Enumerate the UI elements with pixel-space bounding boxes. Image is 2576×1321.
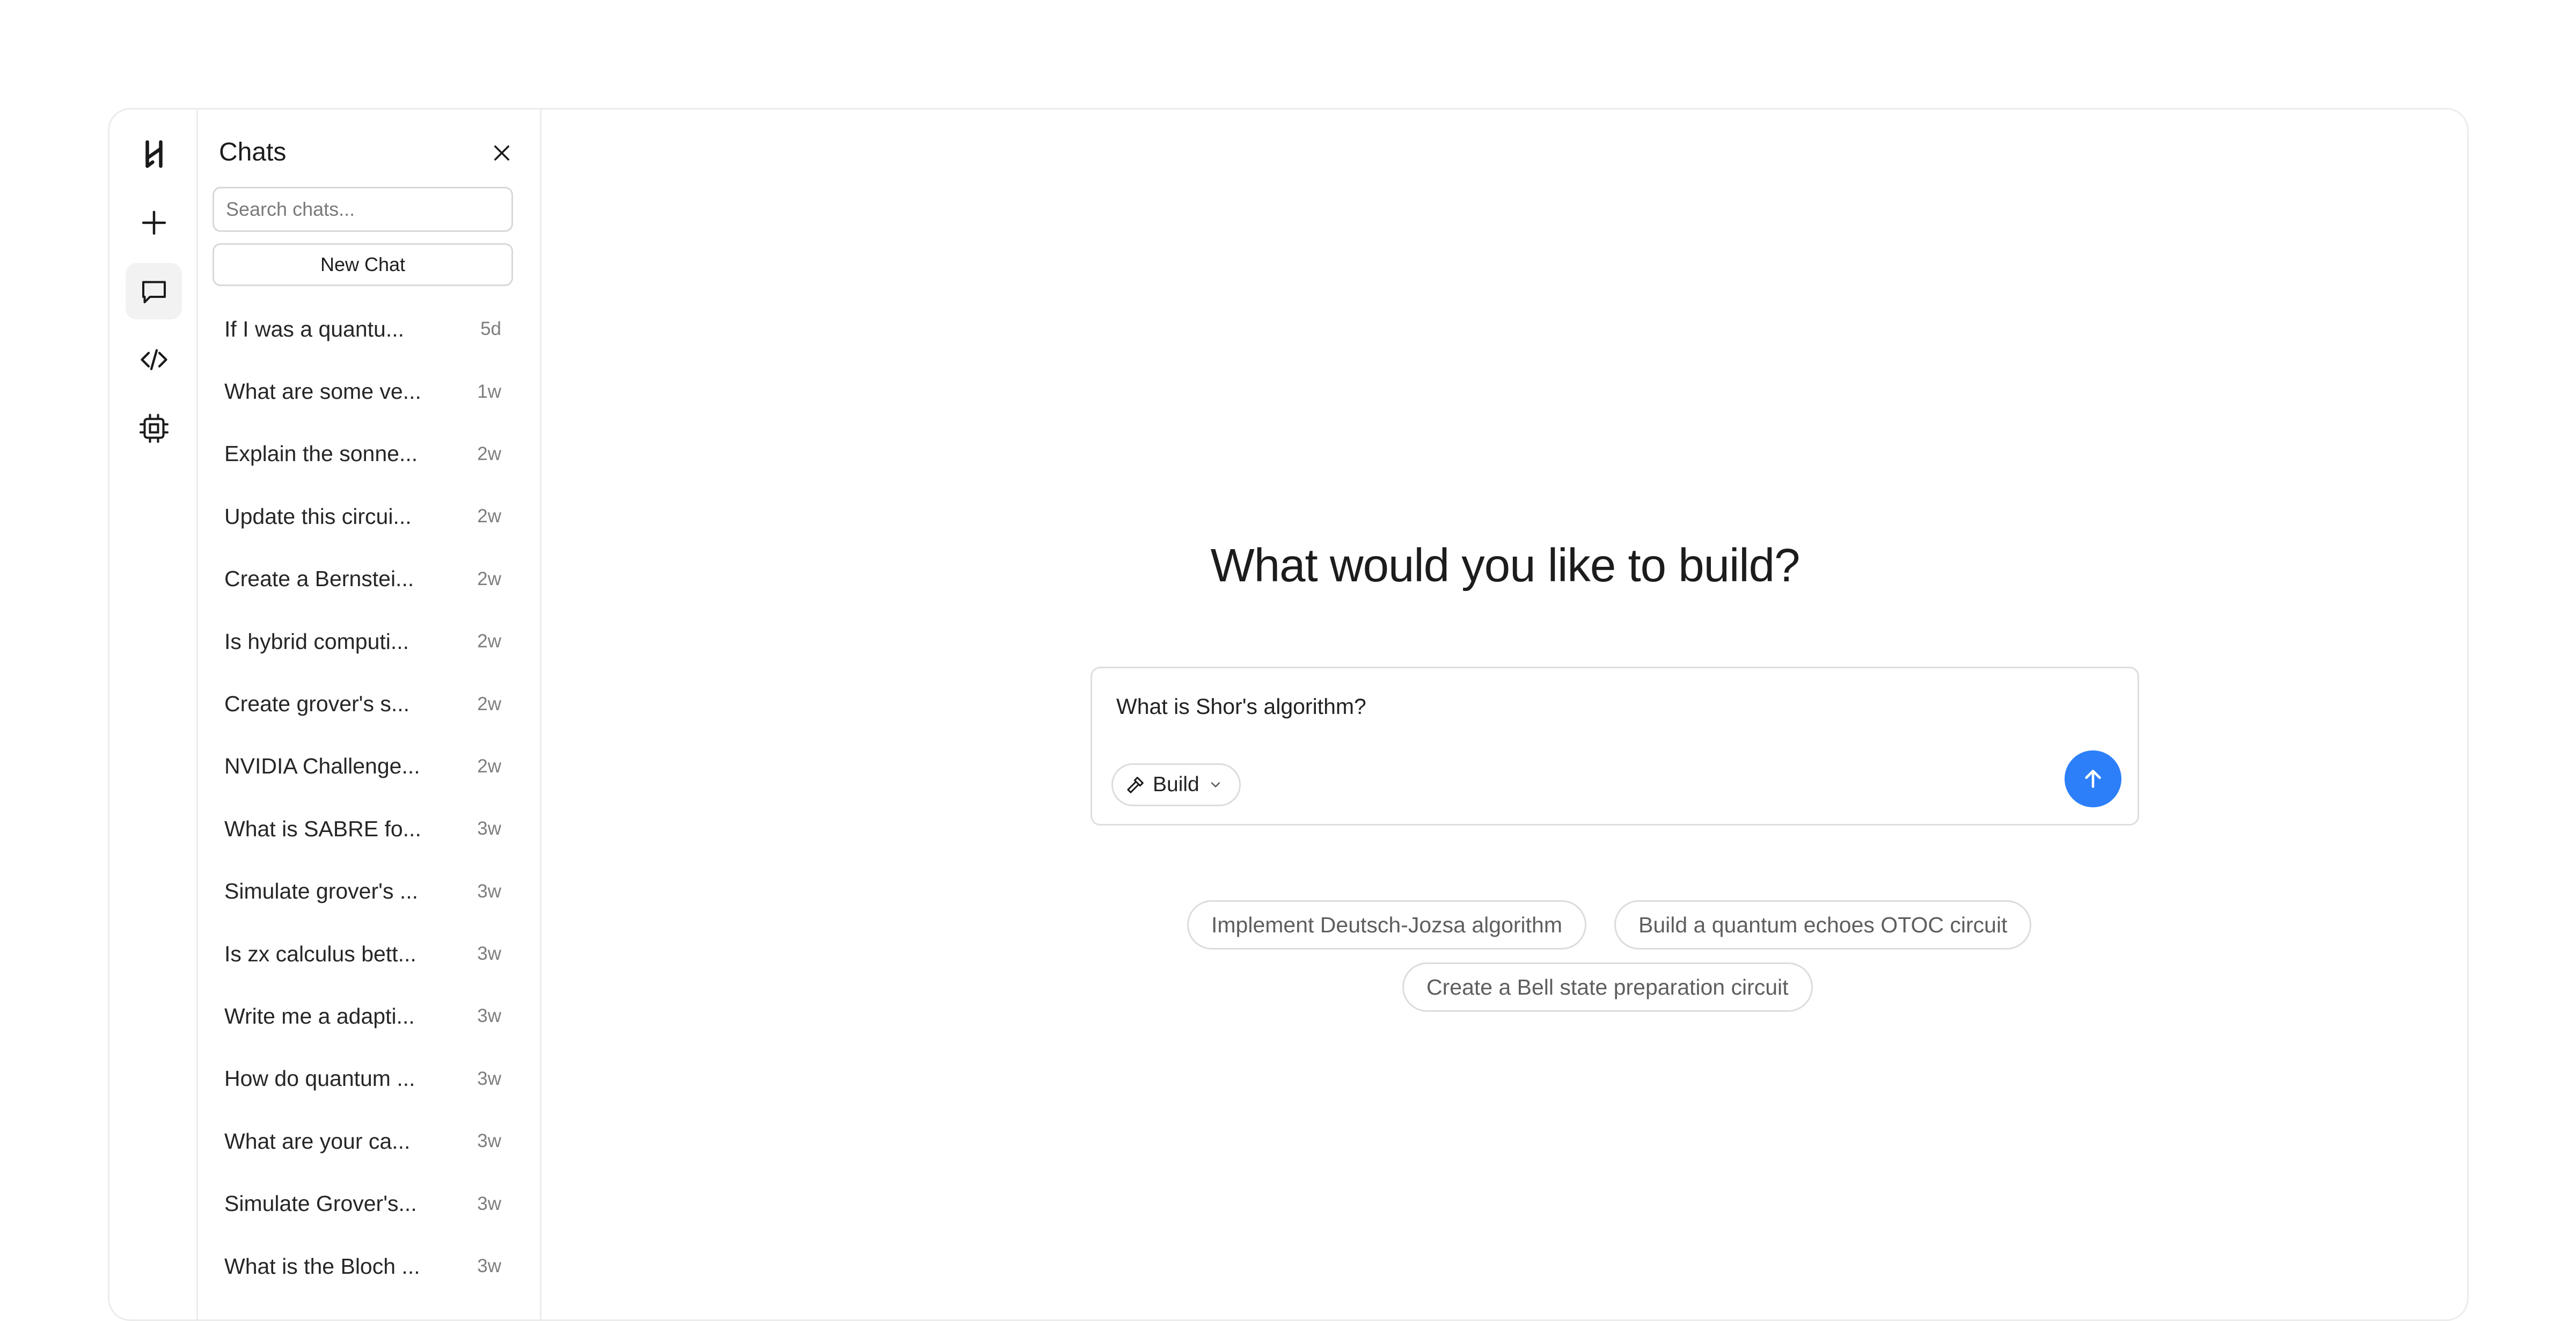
- arrow-up-icon: [2085, 770, 2101, 788]
- chat-list-item[interactable]: Simulate grover's ... 3w: [213, 860, 513, 923]
- chat-list-item[interactable]: Simulate Grover's... 3w: [213, 1172, 513, 1235]
- code-icon: [140, 348, 167, 370]
- chat-list-item[interactable]: Create a Bernstei... 2w: [213, 548, 513, 610]
- close-icon: [494, 145, 509, 160]
- chat-item-time: 2w: [477, 755, 501, 777]
- chat-item-time: 5d: [480, 318, 501, 340]
- logo-button[interactable]: [126, 126, 182, 182]
- chip-icon: [139, 413, 169, 443]
- chat-item-time: 3w: [477, 1256, 501, 1277]
- chat-item-time: 2w: [477, 693, 501, 714]
- chat-list-item[interactable]: Explain the sonne... 2w: [213, 423, 513, 485]
- chat-list-item[interactable]: What is SABRE fo... 3w: [213, 798, 513, 860]
- chat-list-item[interactable]: If I was a quantu... 5d: [213, 298, 513, 360]
- chat-item-title: What is SABRE fo...: [224, 816, 421, 841]
- chat-item-time: 3w: [477, 1130, 501, 1152]
- chats-panel-title: Chats: [219, 138, 287, 166]
- send-button[interactable]: [2065, 750, 2121, 807]
- chat-list-item[interactable]: Is zx calculus bett... 3w: [213, 923, 513, 985]
- hammer-icon: [1125, 774, 1146, 795]
- prompt-input[interactable]: What is Shor's algorithm?: [1116, 694, 1366, 719]
- chat-item-title: If I was a quantu...: [224, 316, 405, 341]
- chat-list-item[interactable]: Write me a adapti... 3w: [213, 985, 513, 1047]
- chat-item-title: Explain the sonne...: [224, 441, 418, 466]
- chat-item-title: Simulate grover's ...: [224, 879, 419, 904]
- suggestion-chip[interactable]: Create a Bell state preparation circuit: [1402, 962, 1813, 1012]
- chat-item-time: 2w: [477, 443, 501, 464]
- mode-selector-button[interactable]: Build: [1111, 763, 1241, 806]
- chat-list-item[interactable]: What are some ve... 1w: [213, 360, 513, 422]
- chat-item-time: 3w: [477, 1068, 501, 1089]
- chat-list-item[interactable]: Create grover's s... 2w: [213, 673, 513, 735]
- chat-item-title: Simulate Grover's...: [224, 1191, 417, 1216]
- chat-item-title: Write me a adapti...: [224, 1003, 415, 1028]
- mode-selector-label: Build: [1153, 773, 1199, 796]
- close-chats-button[interactable]: [487, 138, 516, 167]
- chat-list-item[interactable]: Update this circui... 2w: [213, 485, 513, 548]
- chat-item-title: NVIDIA Challenge...: [224, 754, 420, 779]
- chat-item-time: 3w: [477, 1193, 501, 1214]
- chat-item-time: 2w: [477, 506, 501, 527]
- new-chat-button[interactable]: New Chat: [213, 243, 513, 286]
- chat-list-item[interactable]: NVIDIA Challenge... 2w: [213, 735, 513, 798]
- chat-list-item[interactable]: Is hybrid computi... 2w: [213, 610, 513, 673]
- chat-item-time: 2w: [477, 631, 501, 652]
- chat-list: If I was a quantu... 5d What are some ve..…: [213, 298, 513, 1297]
- main-content: What would you like to build? What is Sh…: [543, 110, 2467, 1319]
- chat-item-title: How do quantum ...: [224, 1066, 415, 1091]
- chat-item-title: What are some ve...: [224, 379, 421, 404]
- chat-list-item[interactable]: How do quantum ... 3w: [213, 1048, 513, 1110]
- chat-item-time: 2w: [477, 568, 501, 589]
- chat-item-time: 3w: [477, 1005, 501, 1027]
- chat-item-title: Is hybrid computi...: [224, 629, 409, 654]
- chat-item-title: What are your ca...: [224, 1128, 411, 1154]
- chats-panel: Chats New Chat If I was a quantu... 5d Wha…: [200, 110, 541, 1319]
- hardware-nav-button[interactable]: [126, 400, 182, 456]
- chat-item-time: 3w: [477, 818, 501, 840]
- plus-icon: [142, 210, 166, 235]
- code-nav-button[interactable]: [126, 331, 182, 388]
- app-window: Chats New Chat If I was a quantu... 5d Wha…: [108, 108, 2469, 1321]
- chat-item-title: What is the Bloch ...: [224, 1253, 420, 1279]
- chat-item-time: 3w: [477, 880, 501, 902]
- search-chats-input[interactable]: [213, 187, 513, 232]
- suggestion-chip[interactable]: Implement Deutsch-Jozsa algorithm: [1187, 900, 1586, 950]
- chat-item-title: Create a Bernstei...: [224, 566, 414, 592]
- suggestion-chip[interactable]: Build a quantum echoes OTOC circuit: [1614, 900, 2032, 950]
- chat-item-title: Is zx calculus bett...: [224, 941, 416, 966]
- logo-icon: [145, 140, 163, 168]
- new-item-button[interactable]: [126, 194, 182, 251]
- chat-bubble-icon: [142, 281, 166, 303]
- icon-rail: [109, 110, 198, 1319]
- prompt-composer[interactable]: What is Shor's algorithm? Build: [1091, 667, 2139, 826]
- chat-item-time: 3w: [477, 943, 501, 965]
- chats-nav-button[interactable]: [126, 263, 182, 319]
- chat-list-item[interactable]: What are your ca... 3w: [213, 1110, 513, 1172]
- chevron-down-icon: [1206, 777, 1223, 792]
- chat-item-title: Create grover's s...: [224, 691, 410, 717]
- page-heading: What would you like to build?: [1210, 539, 1801, 592]
- chat-item-time: 1w: [477, 381, 501, 402]
- chat-item-title: Update this circui...: [224, 503, 412, 529]
